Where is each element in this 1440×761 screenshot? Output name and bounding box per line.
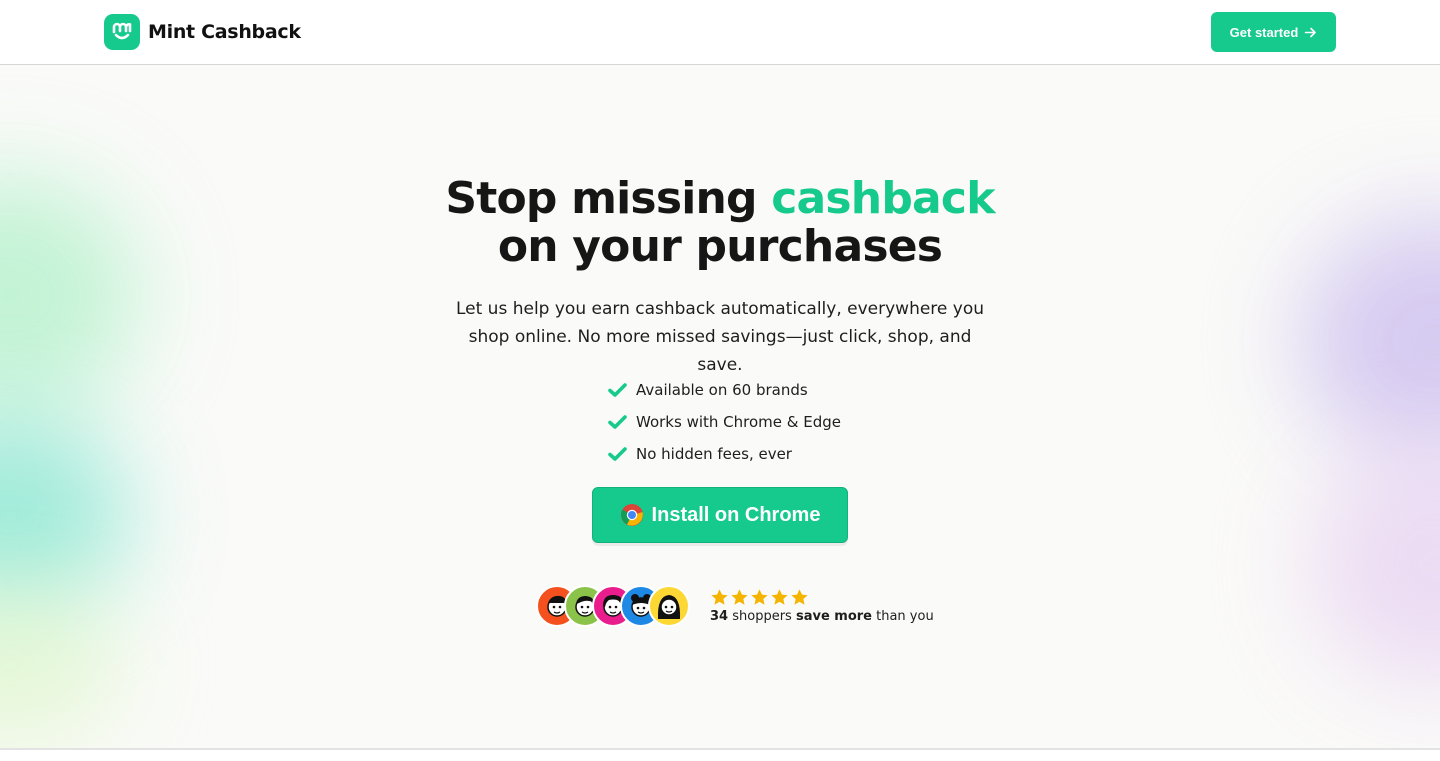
star-icon: [751, 589, 768, 605]
check-icon: [608, 447, 627, 461]
hero-subtitle: Let us help you earn cashback automatica…: [455, 299, 985, 375]
feature-item: No hidden fees, ever: [608, 438, 841, 470]
chrome-icon: [620, 504, 643, 526]
feature-label: Available on 60 brands: [636, 381, 808, 399]
avatar-group: [536, 585, 690, 627]
smile-m-logo-icon: [104, 14, 140, 50]
feature-item: Available on 60 brands: [608, 374, 841, 406]
get-started-button[interactable]: Get started: [1211, 12, 1336, 52]
feature-label: Works with Chrome & Edge: [636, 413, 841, 431]
check-icon: [608, 383, 627, 397]
star-icon: [711, 589, 728, 605]
arrow-right-icon: [1305, 27, 1317, 37]
avatar: [648, 585, 690, 627]
proof-end: than you: [872, 609, 934, 624]
star-icon: [771, 589, 788, 605]
star-rating: [710, 588, 934, 607]
hero-title: Stop missing cashback on your purchases: [0, 175, 1440, 271]
hero-title-part1: Stop missing: [445, 173, 772, 224]
decor-gradient-blob: [1310, 445, 1440, 685]
check-icon: [608, 415, 627, 429]
shopper-count: 34: [710, 609, 729, 624]
star-icon: [791, 589, 808, 605]
install-on-chrome-button[interactable]: Install on Chrome: [592, 487, 848, 543]
site-header: Mint Cashback Get started: [0, 0, 1440, 65]
hero-title-accent: cashback: [771, 173, 995, 224]
feature-label: No hidden fees, ever: [636, 445, 792, 463]
feature-item: Works with Chrome & Edge: [608, 406, 841, 438]
brand-name: Mint Cashback: [148, 21, 301, 43]
proof-mid: shoppers: [728, 609, 796, 624]
shopper-proof-text: 34 shoppers save more than you: [710, 609, 934, 624]
social-proof: 34 shoppers save more than you: [536, 585, 934, 627]
decor-gradient-blob: [0, 585, 120, 745]
star-icon: [731, 589, 748, 605]
install-label: Install on Chrome: [651, 503, 821, 526]
hero-title-part2: on your purchases: [497, 221, 943, 272]
feature-list: Available on 60 brands Works with Chrome…: [608, 374, 841, 470]
get-started-label: Get started: [1229, 24, 1299, 40]
hero-section: Stop missing cashback on your purchases …: [0, 65, 1440, 750]
rating-block: 34 shoppers save more than you: [710, 588, 934, 624]
brand-logo[interactable]: Mint Cashback: [104, 14, 301, 50]
proof-bold: save more: [795, 609, 872, 624]
